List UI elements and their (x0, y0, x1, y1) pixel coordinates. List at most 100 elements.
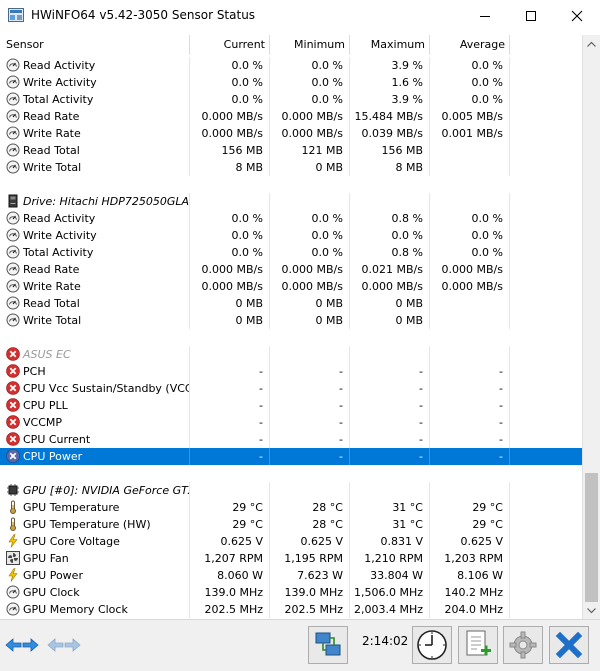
value-maximum: 0.021 MB/s (350, 261, 430, 278)
sensor-group-row[interactable]: GPU [#0]: NVIDIA GeForce GTX... (0, 482, 582, 499)
sensor-row-gpu-temperature[interactable]: GPU Temperature 29 °C 28 °C 31 °C 29 °C (0, 499, 582, 516)
sensor-row-gpu-memory-clock[interactable]: GPU Memory Clock 202.5 MHz 202.5 MHz 2,003.… (0, 601, 582, 618)
sensor-row-cpu-vcc-sustain-standby-vcc[interactable]: CPU Vcc Sustain/Standby (VCC... - - - - (0, 380, 582, 397)
maximize-icon (526, 10, 536, 21)
sensor-row-write-total[interactable]: Write Total 0 MB 0 MB 0 MB (0, 312, 582, 329)
sensor-name: Total Activity (0, 244, 190, 261)
sensor-name: CPU Vcc Sustain/Standby (VCC... (0, 380, 190, 397)
sensor-group-row[interactable]: ASUS EC (0, 346, 582, 363)
sensor-row-read-activity[interactable]: Read Activity 0.0 % 0.0 % 0.8 % 0.0 % (0, 210, 582, 227)
sensor-row-read-activity[interactable]: Read Activity 0.0 % 0.0 % 3.9 % 0.0 % (0, 57, 582, 74)
value-current: - (190, 414, 270, 431)
sensor-name: Read Activity (0, 210, 190, 227)
value-current: - (190, 363, 270, 380)
close-sensors-button[interactable] (549, 626, 589, 664)
sensor-row-gpu-core-voltage[interactable]: GPU Core Voltage 0.625 V 0.625 V 0.831 V 0.6… (0, 533, 582, 550)
sensor-name: Write Activity (0, 74, 190, 91)
sensor-row-gpu-clock[interactable]: GPU Clock 139.0 MHz 139.0 MHz 1,506.0 MHz 14… (0, 584, 582, 601)
group-title: Drive: Hitachi HDP725050GLA3... (0, 193, 190, 210)
value-current: - (190, 380, 270, 397)
sensor-row-total-activity[interactable]: Total Activity 0.0 % 0.0 % 3.9 % 0.0 % (0, 91, 582, 108)
sensor-name: Write Rate (0, 125, 190, 142)
value-average: 1,203 RPM (430, 550, 510, 567)
logging-start-button[interactable] (458, 626, 498, 664)
value-minimum: - (270, 414, 350, 431)
value-average: 0.625 V (430, 533, 510, 550)
value-current: 0 MB (190, 295, 270, 312)
sensor-row-cpu-current[interactable]: CPU Current - - - - (0, 431, 582, 448)
value-minimum: - (270, 363, 350, 380)
column-header-maximum[interactable]: Maximum (350, 35, 430, 55)
value-minimum: 0.0 % (270, 244, 350, 261)
sensor-row-write-total[interactable]: Write Total 8 MB 0 MB 8 MB (0, 159, 582, 176)
value-current: - (190, 397, 270, 414)
sensor-row-write-rate[interactable]: Write Rate 0.000 MB/s 0.000 MB/s 0.000 MB/s… (0, 278, 582, 295)
bottom-toolbar: 2:14:02 (0, 619, 600, 671)
elapsed-time: 2:14:02 (362, 634, 409, 648)
column-header-current[interactable]: Current (190, 35, 270, 55)
configure-button[interactable] (503, 626, 543, 664)
scrollbar-thumb[interactable] (585, 473, 598, 602)
value-average: - (430, 397, 510, 414)
sensor-row-gpu-fan[interactable]: GPU Fan 1,207 RPM 1,195 RPM 1,210 RPM 1,203 … (0, 550, 582, 567)
sensor-row-read-rate[interactable]: Read Rate 0.000 MB/s 0.000 MB/s 15.484 MB/s… (0, 108, 582, 125)
value-current: 0.000 MB/s (190, 278, 270, 295)
scroll-down-button[interactable] (583, 602, 600, 619)
value-average: 29 °C (430, 499, 510, 516)
sensor-name: VCCMP (0, 414, 190, 431)
value-minimum: - (270, 380, 350, 397)
sensor-row-read-rate[interactable]: Read Rate 0.000 MB/s 0.000 MB/s 0.021 MB/s 0… (0, 261, 582, 278)
close-button[interactable] (554, 0, 600, 31)
vertical-scrollbar[interactable] (582, 35, 600, 619)
value-average (430, 346, 510, 363)
sensor-row-write-activity[interactable]: Write Activity 0.0 % 0.0 % 0.0 % 0.0 % (0, 227, 582, 244)
sensor-row-vccmp[interactable]: VCCMP - - - - (0, 414, 582, 431)
value-average: 140.2 MHz (430, 584, 510, 601)
sensor-group-row[interactable]: Drive: Hitachi HDP725050GLA3... (0, 193, 582, 210)
reset-timer-button[interactable] (412, 626, 452, 664)
sensor-row-cpu-pll[interactable]: CPU PLL - - - - (0, 397, 582, 414)
window-title: HWiNFO64 v5.42-3050 Sensor Status (31, 8, 256, 22)
value-minimum: 0.000 MB/s (270, 261, 350, 278)
value-maximum: 156 MB (350, 142, 430, 159)
hwinfo-app-icon (8, 8, 24, 22)
network-button[interactable] (308, 626, 348, 664)
value-minimum: - (270, 397, 350, 414)
navigate-disabled-button[interactable] (46, 626, 82, 664)
value-minimum: 28 °C (270, 516, 350, 533)
value-minimum: 0.000 MB/s (270, 278, 350, 295)
sensor-row-pch[interactable]: PCH - - - - (0, 363, 582, 380)
column-header-sensor[interactable]: Sensor (0, 35, 190, 55)
value-average: 8.106 W (430, 567, 510, 584)
value-minimum: - (270, 431, 350, 448)
value-maximum: 15.484 MB/s (350, 108, 430, 125)
value-maximum: 0 MB (350, 295, 430, 312)
value-average: 0.0 % (430, 210, 510, 227)
scroll-up-button[interactable] (583, 35, 600, 52)
value-current: 0.0 % (190, 74, 270, 91)
column-header-minimum[interactable]: Minimum (270, 35, 350, 55)
value-maximum: 3.9 % (350, 91, 430, 108)
value-average: 29 °C (430, 516, 510, 533)
column-header-average[interactable]: Average (430, 35, 510, 55)
value-average: 0.000 MB/s (430, 278, 510, 295)
value-average (430, 159, 510, 176)
sensor-row-read-total[interactable]: Read Total 0 MB 0 MB 0 MB (0, 295, 582, 312)
sensor-row-read-total[interactable]: Read Total 156 MB 121 MB 156 MB (0, 142, 582, 159)
minimize-button[interactable] (462, 0, 508, 31)
group-title: GPU [#0]: NVIDIA GeForce GTX... (0, 482, 190, 499)
sensor-row-gpu-power[interactable]: GPU Power 8.060 W 7.623 W 33.804 W 8.106 W (0, 567, 582, 584)
sensor-row-write-activity[interactable]: Write Activity 0.0 % 0.0 % 1.6 % 0.0 % (0, 74, 582, 91)
sensor-name: Read Total (0, 142, 190, 159)
title-bar: HWiNFO64 v5.42-3050 Sensor Status (0, 0, 600, 31)
sensor-row-write-rate[interactable]: Write Rate 0.000 MB/s 0.000 MB/s 0.039 MB/s… (0, 125, 582, 142)
sensor-row-total-activity[interactable]: Total Activity 0.0 % 0.0 % 0.8 % 0.0 % (0, 244, 582, 261)
value-minimum: 0.0 % (270, 91, 350, 108)
value-average (430, 482, 510, 499)
navigate-sensors-button[interactable] (4, 626, 40, 664)
maximize-button[interactable] (508, 0, 554, 31)
sensor-row-cpu-power[interactable]: CPU Power - - - - (0, 448, 582, 465)
value-minimum: 0.625 V (270, 533, 350, 550)
sensor-row-gpu-temperature-hw[interactable]: GPU Temperature (HW) 29 °C 28 °C 31 °C 29 °C (0, 516, 582, 533)
value-minimum: 0.0 % (270, 57, 350, 74)
